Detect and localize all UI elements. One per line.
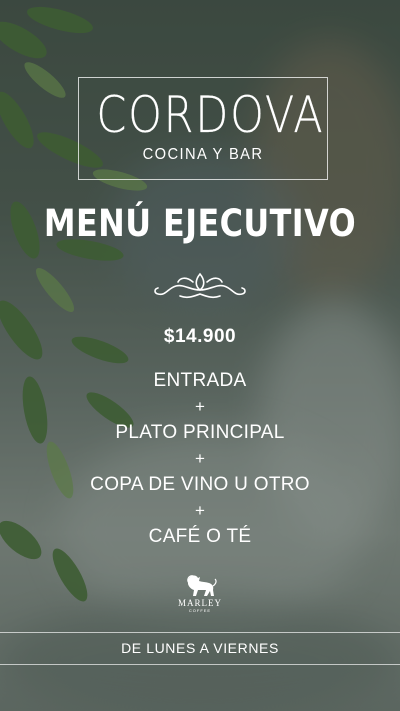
course-entrada: ENTRADA <box>153 370 247 391</box>
brand-frame: CORDOVA COCINA Y BAR <box>78 77 328 180</box>
sponsor-subtitle: COFFEE <box>188 608 212 613</box>
course-cafe-o-te: CAFÉ O TÉ <box>148 526 252 547</box>
plus-separator: + <box>195 501 205 520</box>
ornament-icon <box>154 272 246 299</box>
sponsor-name: MARLEY <box>178 598 222 608</box>
course-list: ENTRADA + PLATO PRINCIPAL + COPA DE VINO… <box>0 368 400 550</box>
menu-price: $14.900 <box>163 326 237 347</box>
menu-title: MENÚ EJECUTIVO <box>43 202 357 245</box>
divider-bottom <box>0 664 400 665</box>
divider-top <box>0 632 400 633</box>
lion-logo-icon <box>187 575 217 596</box>
brand-subtitle: COCINA Y BAR <box>142 146 264 163</box>
plus-separator: + <box>195 397 205 416</box>
schedule-days: DE LUNES A VIERNES <box>121 640 279 656</box>
sponsor-logo: MARLEY COFFEE <box>168 572 232 624</box>
brand-name: CORDOVA <box>96 86 325 144</box>
course-copa-de-vino: COPA DE VINO U OTRO <box>90 474 310 495</box>
plus-separator: + <box>195 449 205 468</box>
course-plato-principal: PLATO PRINCIPAL <box>115 422 285 443</box>
